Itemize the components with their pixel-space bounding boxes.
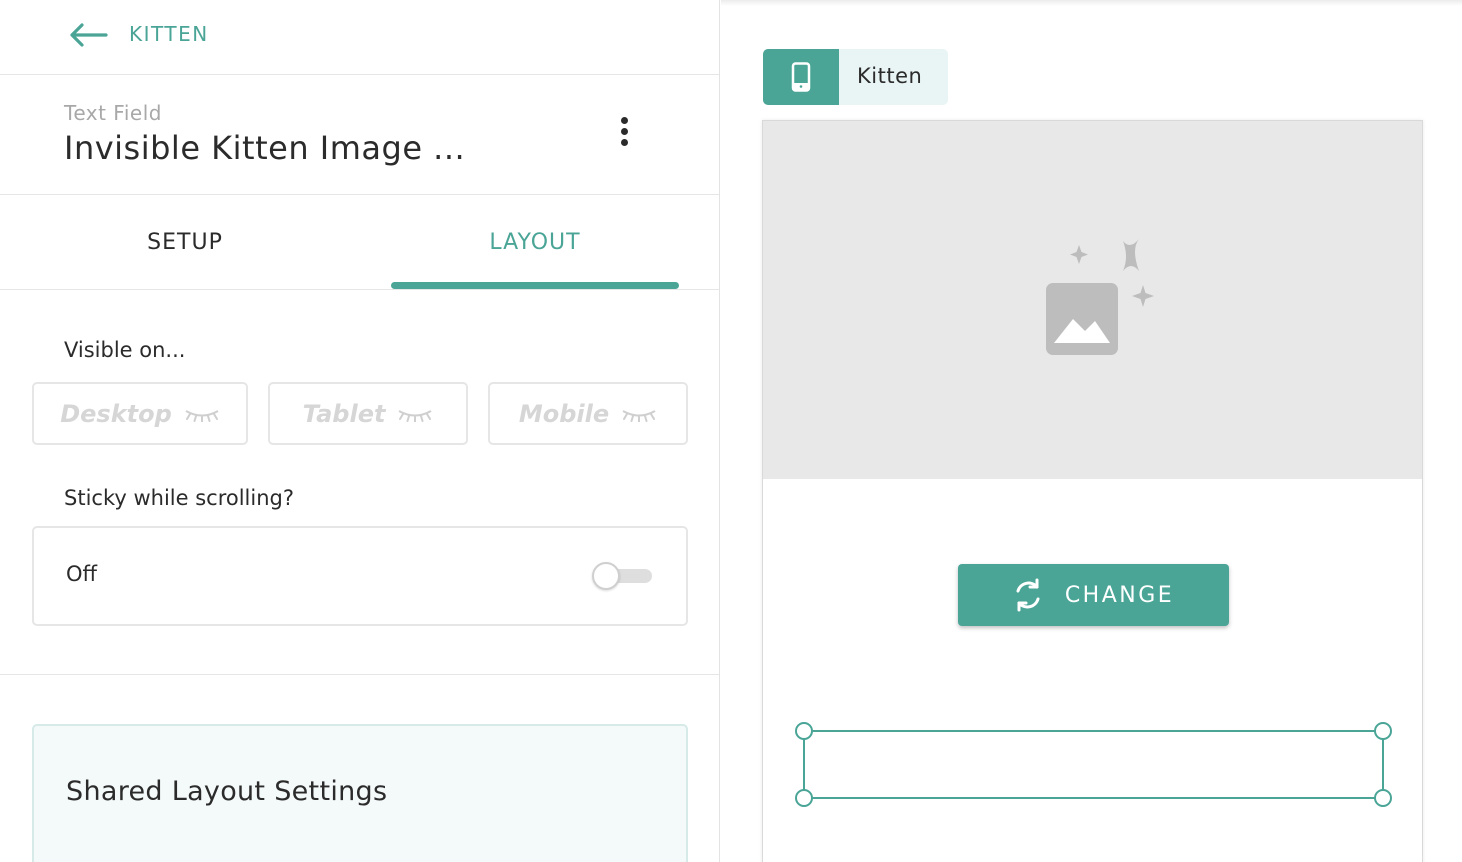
sticky-toggle[interactable] [592, 562, 654, 590]
eye-closed-icon [185, 409, 219, 422]
toggle-knob [592, 562, 620, 590]
element-title: Invisible Kitten Image ... [64, 129, 466, 167]
visibility-desktop-button[interactable]: Desktop [32, 382, 248, 445]
device-preview: CHANGE [762, 120, 1423, 862]
sticky-setting: Off [32, 526, 688, 626]
resize-handle-top-right[interactable] [1374, 722, 1392, 740]
more-vertical-icon[interactable] [612, 117, 636, 157]
visibility-tablet-button[interactable]: Tablet [268, 382, 468, 445]
resize-handle-bottom-right[interactable] [1374, 789, 1392, 807]
mobile-phone-icon [791, 62, 811, 92]
element-type-label: Text Field [64, 101, 162, 125]
settings-panel: KITTEN Text Field Invisible Kitten Image… [0, 0, 720, 862]
eye-closed-icon [398, 409, 432, 422]
arrow-left-icon[interactable] [68, 22, 108, 48]
sticky-value: Off [66, 562, 97, 586]
shared-layout-title: Shared Layout Settings [66, 776, 388, 807]
device-selector[interactable]: Kitten [763, 49, 948, 105]
change-image-button[interactable]: CHANGE [958, 564, 1229, 626]
device-icon-button[interactable] [763, 49, 839, 105]
element-header: Text Field Invisible Kitten Image ... [0, 75, 719, 195]
resize-handle-bottom-left[interactable] [795, 789, 813, 807]
selected-text-field[interactable] [795, 722, 1392, 807]
back-link[interactable]: KITTEN [129, 22, 209, 46]
visibility-desktop-label: Desktop [60, 399, 172, 428]
visibility-mobile-label: Mobile [518, 399, 610, 428]
tab-bar: SETUP LAYOUT [0, 195, 719, 290]
back-navigation: KITTEN [0, 0, 719, 75]
resize-handle-top-left[interactable] [795, 722, 813, 740]
tab-setup[interactable]: SETUP [40, 195, 330, 290]
visibility-mobile-button[interactable]: Mobile [488, 382, 688, 445]
top-shadow [721, 0, 1462, 6]
visibility-tablet-label: Tablet [302, 399, 386, 428]
device-name: Kitten [857, 64, 923, 88]
visible-on-label: Visible on... [64, 338, 186, 362]
image-sparkles-icon [1046, 239, 1154, 355]
preview-panel: Kitten CHANGE [721, 0, 1462, 862]
eye-closed-icon [622, 409, 656, 422]
shared-layout-section[interactable]: Shared Layout Settings [32, 724, 688, 862]
divider [0, 674, 719, 675]
active-tab-indicator [391, 282, 679, 289]
sticky-label: Sticky while scrolling? [64, 486, 295, 510]
refresh-icon [1016, 578, 1040, 612]
tab-layout[interactable]: LAYOUT [391, 195, 679, 290]
image-placeholder[interactable] [763, 121, 1422, 479]
change-button-label: CHANGE [1064, 582, 1175, 608]
